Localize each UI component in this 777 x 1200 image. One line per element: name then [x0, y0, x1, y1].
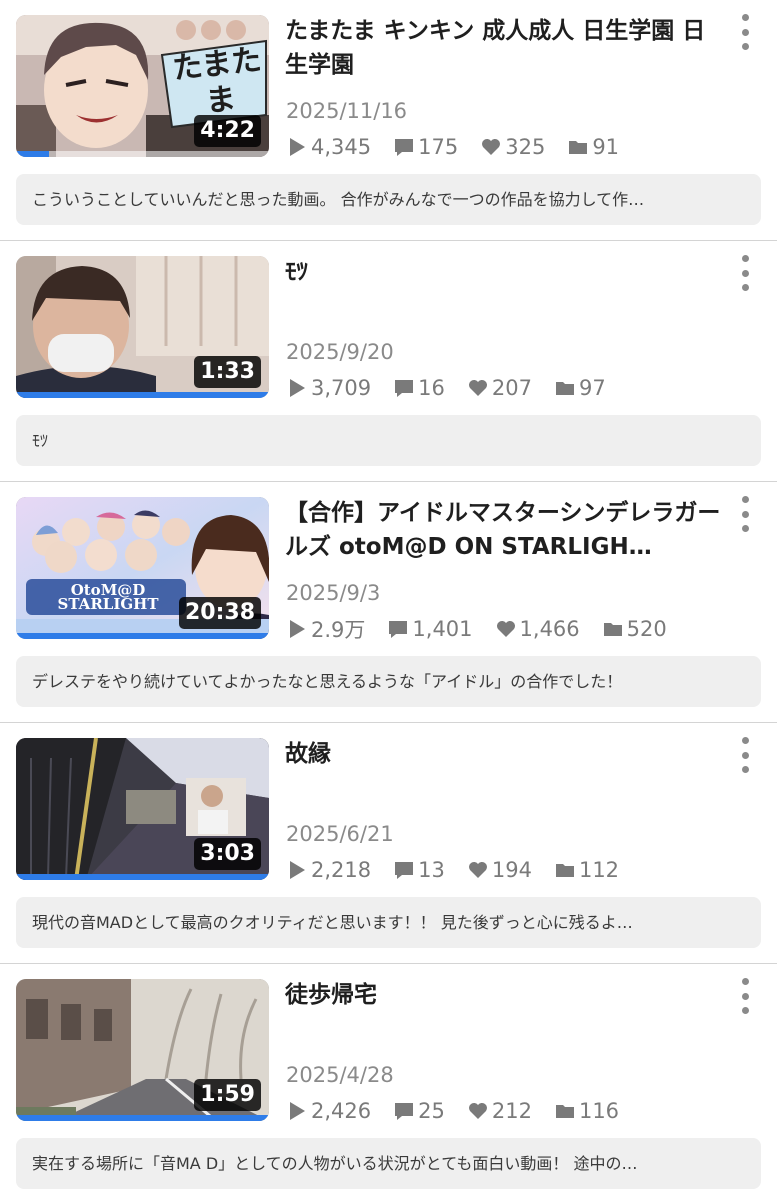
watch-progress-fill [16, 151, 49, 157]
watch-progress-fill [16, 1115, 269, 1121]
mylist-folder-icon [569, 141, 588, 154]
video-duration: 3:03 [194, 838, 261, 870]
video-stats: 2.9万 1,401 1,466 520 [286, 615, 689, 643]
like-heart-icon [468, 1103, 487, 1119]
upload-date: 2025/4/28 [286, 1063, 394, 1087]
mylist-count: 520 [626, 617, 667, 641]
thumbnail-caption: OtoM@D STARLIGHT [57, 581, 159, 613]
more-options-icon[interactable] [732, 14, 758, 50]
video-title[interactable]: 【合作】アイドルマスターシンデレラガールズ otoM@D ON STARLIGH… [285, 496, 725, 564]
watch-progress-bar [16, 874, 269, 880]
upload-date: 2025/11/16 [286, 99, 408, 123]
watch-progress-bar [16, 151, 269, 157]
video-comment-preview[interactable]: こういうことしていいんだと思った動画。 合作がみんなで一つの作品を協力して作… [16, 174, 761, 225]
video-item[interactable]: 1:33 ﾓﾂ 2025/9/20 3,709 16 207 97 ﾓﾂ [0, 241, 777, 482]
upload-date: 2025/6/21 [286, 822, 394, 846]
comment-icon [395, 139, 414, 156]
video-duration: 20:38 [178, 597, 261, 629]
watch-progress-bar [16, 633, 269, 639]
video-thumbnail[interactable]: 1:33 [16, 256, 269, 398]
comment-count: 25 [418, 1099, 445, 1123]
play-count-icon [290, 1102, 305, 1120]
video-comment-preview[interactable]: 実在する場所に「音MA D」としての人物がいる状況がとても面白い動画！ 途中の… [16, 1138, 761, 1189]
video-item[interactable]: OtoM@D STARLIGHT 20:38 【合作】アイドルマスターシンデレラ… [0, 482, 777, 723]
mylist-count: 116 [578, 1099, 620, 1123]
video-thumbnail[interactable]: たまたま 4:22 [16, 15, 269, 157]
like-count: 194 [491, 858, 532, 882]
comment-count: 16 [418, 376, 445, 400]
view-count: 4,345 [311, 135, 372, 159]
mylist-folder-icon [555, 864, 574, 877]
like-count: 1,466 [519, 617, 580, 641]
mylist-folder-icon [555, 1105, 574, 1118]
play-count-icon [290, 138, 305, 156]
video-thumbnail[interactable]: OtoM@D STARLIGHT 20:38 [16, 497, 269, 639]
watch-progress-bar [16, 1115, 269, 1121]
watch-progress-fill [16, 633, 269, 639]
video-thumbnail[interactable]: 1:59 [16, 979, 269, 1121]
like-count: 212 [491, 1099, 532, 1123]
thumbnail-caption: たまたま [170, 42, 264, 120]
comment-count: 1,401 [412, 617, 473, 641]
mylist-folder-icon [603, 623, 622, 636]
comment-count: 13 [418, 858, 445, 882]
view-count: 2,218 [311, 858, 372, 882]
view-count: 2,426 [311, 1099, 372, 1123]
video-duration: 1:33 [194, 356, 261, 388]
video-stats: 2,218 13 194 112 [286, 856, 641, 884]
play-count-icon [290, 379, 305, 397]
video-item[interactable]: 3:03 故縁 2025/6/21 2,218 13 194 112 現代の音M… [0, 723, 777, 964]
video-duration: 4:22 [194, 115, 261, 147]
more-options-icon[interactable] [732, 737, 758, 773]
watch-progress-fill [16, 874, 269, 880]
video-stats: 4,345 175 325 91 [286, 133, 641, 161]
video-comment-preview[interactable]: ﾓﾂ [16, 415, 761, 466]
video-list: たまたま 4:22 たまたま キンキン 成人成人 日生学園 日生学園 2025/… [0, 0, 777, 1200]
watch-progress-bar [16, 392, 269, 398]
mylist-count: 112 [578, 858, 620, 882]
like-heart-icon [468, 862, 487, 878]
video-title[interactable]: 故縁 [285, 737, 725, 771]
more-options-icon[interactable] [732, 496, 758, 532]
comment-icon [395, 380, 414, 397]
upload-date: 2025/9/20 [286, 340, 394, 364]
like-count: 207 [491, 376, 532, 400]
comment-count: 175 [418, 135, 459, 159]
video-stats: 3,709 16 207 97 [286, 374, 628, 402]
comment-icon [389, 621, 408, 638]
watch-progress-fill [16, 392, 269, 398]
like-heart-icon [468, 380, 487, 396]
view-count: 3,709 [311, 376, 372, 400]
like-heart-icon [496, 621, 515, 637]
like-count: 325 [505, 135, 546, 159]
like-heart-icon [482, 139, 501, 155]
play-count-icon [290, 861, 305, 879]
video-item[interactable]: たまたま 4:22 たまたま キンキン 成人成人 日生学園 日生学園 2025/… [0, 0, 777, 241]
video-title[interactable]: 徒歩帰宅 [285, 978, 725, 1012]
comment-icon [395, 1103, 414, 1120]
view-count: 2.9万 [311, 618, 366, 642]
video-title[interactable]: たまたま キンキン 成人成人 日生学園 日生学園 [285, 14, 725, 82]
more-options-icon[interactable] [732, 255, 758, 291]
video-duration: 1:59 [194, 1079, 261, 1111]
video-thumbnail[interactable]: 3:03 [16, 738, 269, 880]
mylist-count: 97 [578, 376, 606, 400]
mylist-folder-icon [555, 382, 574, 395]
play-count-icon [290, 620, 305, 638]
comment-icon [395, 862, 414, 879]
video-comment-preview[interactable]: デレステをやり続けていてよかったなと思えるような「アイドル」の合作でした！ [16, 656, 761, 707]
video-title[interactable]: ﾓﾂ [285, 255, 725, 289]
upload-date: 2025/9/3 [286, 581, 381, 605]
video-stats: 2,426 25 212 116 [286, 1097, 641, 1125]
more-options-icon[interactable] [732, 978, 758, 1014]
video-comment-preview[interactable]: 現代の音MADとして最高のクオリティだと思います！！ 見た後ずっと心に残るよ… [16, 897, 761, 948]
video-item[interactable]: 1:59 徒歩帰宅 2025/4/28 2,426 25 212 116 実在す… [0, 964, 777, 1200]
mylist-count: 91 [592, 135, 620, 159]
